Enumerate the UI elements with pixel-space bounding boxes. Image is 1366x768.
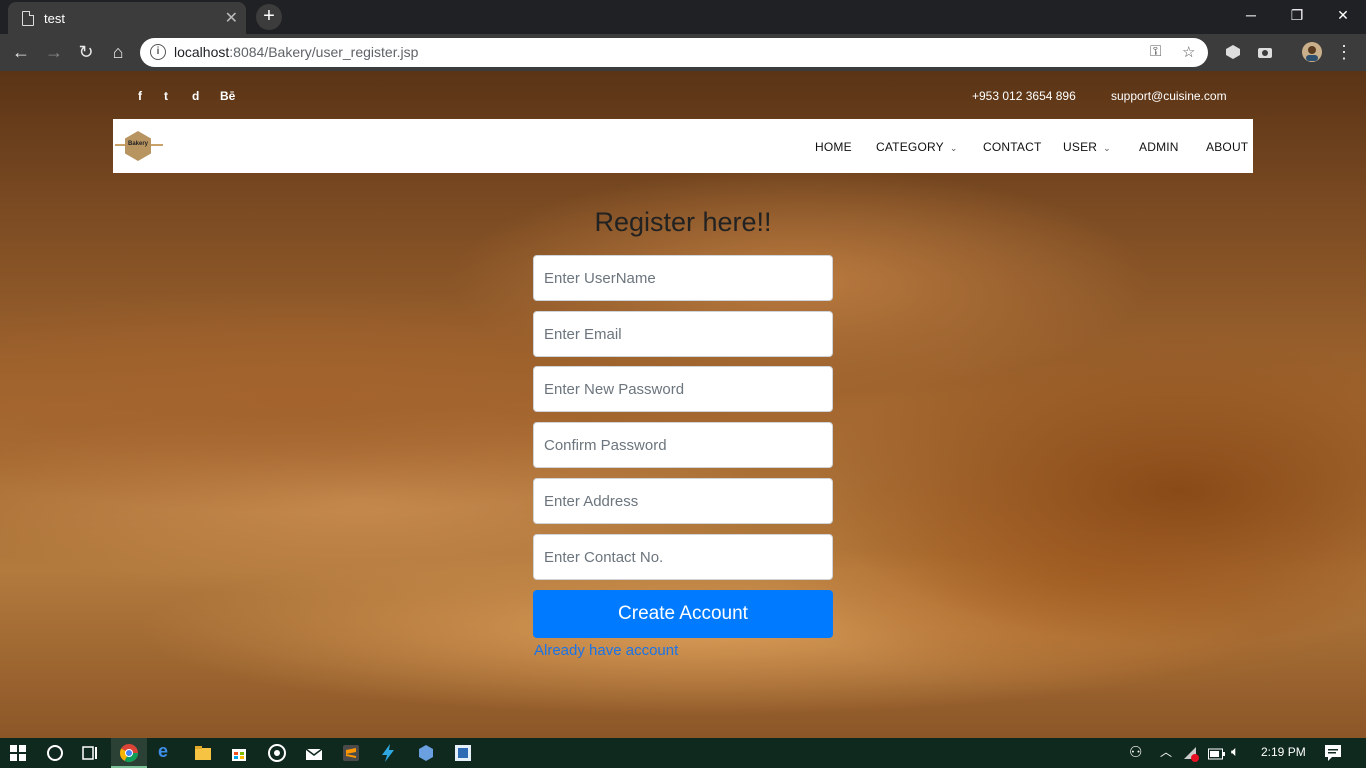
close-window-icon[interactable]: ✕ — [1320, 0, 1366, 30]
url-host: localhost — [174, 44, 230, 60]
windows-taskbar: e ⚇ ︿ 🔈︎ 2:19 PM — [0, 738, 1366, 768]
menu-kebab-icon[interactable]: ⋮ — [1332, 40, 1356, 64]
create-account-button[interactable]: Create Account — [533, 590, 833, 638]
extension-cube-icon[interactable] — [1225, 44, 1241, 60]
twitter-icon[interactable]: t — [164, 89, 168, 103]
nav-contact[interactable]: CONTACT — [983, 140, 1042, 154]
volume-muted-icon[interactable]: 🔈︎ — [1231, 743, 1239, 760]
nav-admin[interactable]: ADMIN — [1139, 140, 1179, 154]
phone-number: +953 012 3654 896 — [972, 89, 1076, 103]
star-icon[interactable]: ☆ — [1182, 43, 1195, 61]
logo-text: Bakery — [127, 141, 148, 147]
camera-icon[interactable] — [1257, 44, 1273, 60]
chevron-up-icon[interactable]: ︿ — [1160, 743, 1172, 760]
profile-avatar[interactable] — [1302, 42, 1322, 62]
browser-tab-strip: test ✕ + ─ ❐ ✕ — [0, 0, 1366, 34]
netbeans-icon[interactable] — [453, 743, 473, 763]
key-icon[interactable]: ⚿ — [1150, 43, 1161, 60]
tab-title: test — [44, 11, 65, 26]
nav-user[interactable]: USER ⌄ — [1063, 140, 1111, 154]
back-arrow-icon[interactable]: ← — [9, 40, 33, 64]
url-text[interactable]: localhost:8084/Bakery/user_register.jsp — [174, 44, 418, 60]
reload-icon[interactable]: ↻ — [74, 40, 98, 64]
facebook-icon[interactable]: f — [138, 89, 142, 103]
nav-home[interactable]: HOME — [815, 140, 852, 154]
maximize-icon[interactable]: ❐ — [1274, 0, 1320, 30]
bolt-app-icon[interactable] — [378, 743, 398, 763]
address-bar[interactable]: i localhost:8084/Bakery/user_register.js… — [140, 38, 1208, 67]
mail-icon[interactable] — [304, 743, 324, 763]
file-explorer-icon[interactable] — [193, 743, 213, 763]
page-icon — [22, 11, 34, 26]
chevron-down-icon: ⌄ — [949, 143, 958, 153]
sublime-text-icon[interactable] — [341, 743, 361, 763]
register-heading: Register here!! — [594, 207, 772, 237]
nav-category-label: CATEGORY — [876, 140, 944, 154]
new-tab-button[interactable]: + — [256, 4, 282, 30]
bakery-logo[interactable]: Bakery — [115, 131, 163, 161]
forward-arrow-icon[interactable]: → — [42, 40, 66, 64]
windows-start-icon[interactable] — [10, 745, 26, 761]
chevron-down-icon: ⌄ — [1103, 143, 1111, 153]
tab-close-icon[interactable]: ✕ — [225, 8, 238, 28]
username-field[interactable] — [533, 255, 833, 301]
email-field[interactable] — [533, 311, 833, 357]
new-password-field[interactable] — [533, 366, 833, 412]
nav-user-label: USER — [1063, 140, 1098, 154]
network-offline-icon[interactable] — [1183, 746, 1199, 762]
task-view-icon[interactable] — [80, 743, 100, 763]
cortana-search-icon[interactable] — [45, 743, 65, 763]
store-icon[interactable] — [229, 743, 249, 763]
support-email[interactable]: support@cuisine.com — [1111, 89, 1227, 103]
site-navbar: Bakery HOME CATEGORY ⌄ CONTACT USER ⌄ ADMI… — [113, 119, 1253, 173]
info-icon[interactable]: i — [150, 44, 166, 60]
home-icon[interactable]: ⌂ — [106, 40, 130, 64]
url-path: :8084/Bakery/user_register.jsp — [229, 44, 419, 60]
nav-category[interactable]: CATEGORY ⌄ — [876, 140, 958, 154]
clock[interactable]: 2:19 PM — [1261, 745, 1306, 759]
people-icon[interactable]: ⚇ — [1129, 743, 1142, 761]
action-center-icon[interactable] — [1324, 744, 1342, 762]
browser-tab[interactable]: test ✕ — [8, 2, 246, 34]
edge-icon[interactable]: e — [158, 741, 168, 762]
browser-toolbar: ← → ↻ ⌂ i localhost:8084/Bakery/user_reg… — [0, 34, 1366, 71]
address-field[interactable] — [533, 478, 833, 524]
media-player-icon[interactable] — [267, 743, 287, 763]
already-have-account-link[interactable]: Already have account — [534, 642, 678, 659]
page-background: f t d Bē +953 012 3654 896 support@cuisi… — [0, 71, 1366, 738]
virtualbox-icon[interactable] — [416, 743, 436, 763]
contact-number-field[interactable] — [533, 534, 833, 580]
behance-icon[interactable]: Bē — [220, 89, 235, 103]
dribbble-icon[interactable]: d — [192, 89, 199, 103]
confirm-password-field[interactable] — [533, 422, 833, 468]
minimize-icon[interactable]: ─ — [1228, 0, 1274, 30]
battery-icon[interactable] — [1208, 748, 1226, 760]
nav-about[interactable]: ABOUT — [1206, 140, 1248, 154]
chrome-icon[interactable] — [119, 743, 139, 763]
